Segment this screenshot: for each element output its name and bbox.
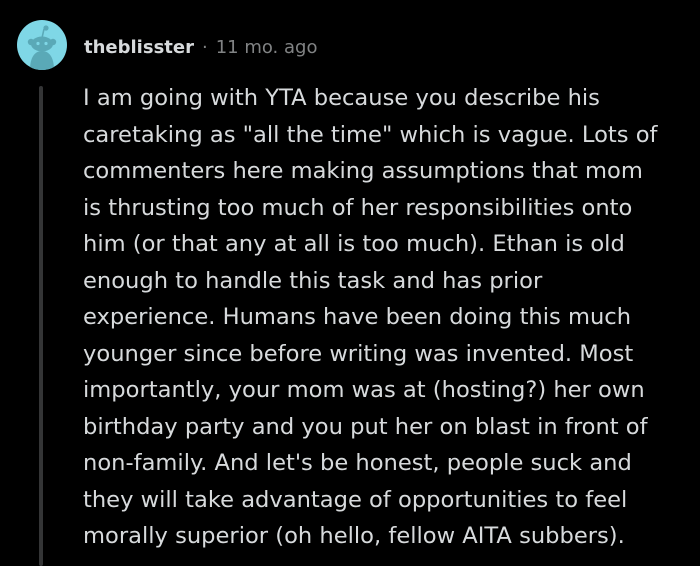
comment-timestamp[interactable]: 11 mo. ago [216, 37, 318, 58]
reddit-snoo-avatar-icon [27, 25, 57, 70]
comment: theblisster · 11 mo. ago I am going with… [0, 0, 700, 566]
thread-collapse-line[interactable] [39, 86, 43, 566]
comment-body: I am going with YTA because you describe… [83, 85, 658, 549]
comment-header: theblisster · 11 mo. ago [84, 34, 317, 60]
avatar[interactable] [17, 20, 67, 70]
comment-author[interactable]: theblisster [84, 37, 194, 58]
meta-separator: · [201, 36, 208, 58]
